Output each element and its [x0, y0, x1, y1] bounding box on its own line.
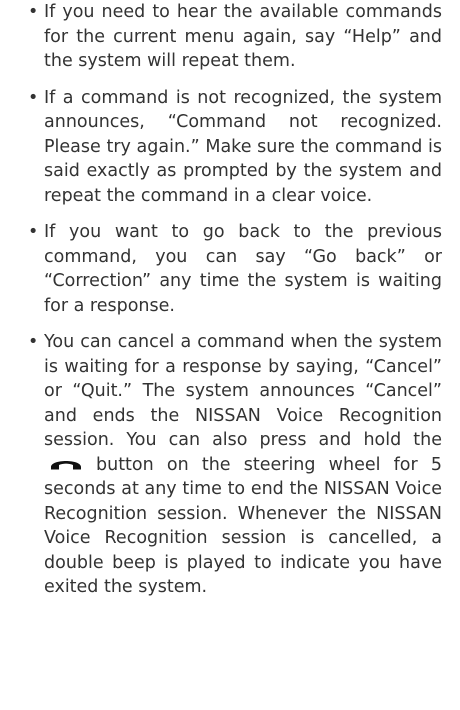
list-item-text: If you want to go back to the previous c… — [44, 222, 442, 316]
bullet-marker: • — [28, 87, 39, 108]
bullet-marker: • — [28, 2, 39, 22]
instruction-list: • If you need to hear the available com­… — [28, 0, 442, 600]
list-item-text: If you need to hear the available com­ma… — [44, 2, 442, 71]
text-before-icon: You can cancel a command when the system… — [44, 332, 442, 450]
manual-page: • If you need to hear the available com­… — [0, 0, 460, 710]
bullet-marker: • — [28, 222, 39, 242]
text-after-icon: button on the steering wheel for 5 secon… — [44, 454, 442, 598]
list-item-text: If a command is not recognized, the syst… — [44, 87, 442, 206]
bullet-marker: • — [28, 332, 39, 352]
list-item-go-back: • If you want to go back to the previous… — [28, 220, 442, 318]
list-item-help: • If you need to hear the available com­… — [28, 0, 442, 74]
phone-hangup-icon — [51, 460, 81, 469]
list-item-text: You can cancel a command when the system… — [44, 330, 442, 600]
list-item-not-recognized: • If a command is not recognized, the sy… — [28, 86, 442, 209]
list-item-cancel: • You can cancel a command when the syst… — [28, 330, 442, 600]
